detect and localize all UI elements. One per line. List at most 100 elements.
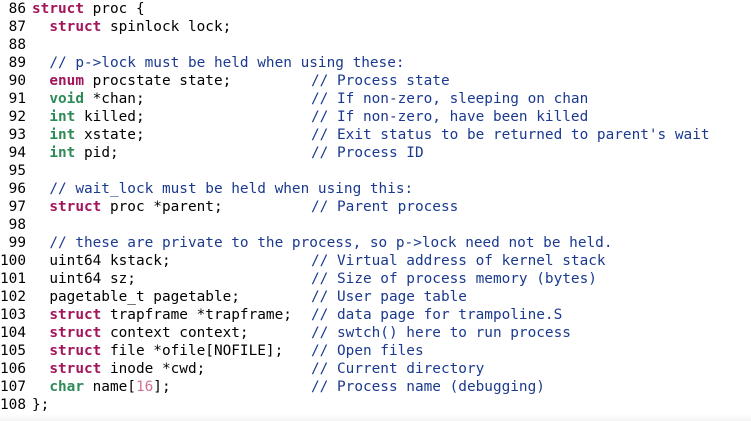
code-keyword: struct bbox=[49, 307, 102, 323]
code-text: uint64 sz; bbox=[32, 270, 136, 288]
code-comment: // Virtual address of kernel stack bbox=[311, 253, 606, 269]
line-number: 93 bbox=[8, 127, 26, 143]
code-keyword: char bbox=[49, 379, 84, 395]
code-line[interactable]: 105 struct file *ofile[NOFILE]; // Open f… bbox=[0, 342, 424, 360]
code-comment: // Open files bbox=[311, 343, 424, 359]
code-text: enum procstate state; bbox=[32, 72, 231, 90]
code-line[interactable]: 87 struct spinlock lock; bbox=[0, 18, 232, 36]
code-text: char name[16]; bbox=[32, 378, 171, 396]
code-token: uint64 kstack; bbox=[32, 253, 171, 269]
code-line[interactable]: 90 enum procstate state; // Process state bbox=[0, 72, 450, 90]
code-line[interactable]: 106 struct inode *cwd; // Current directo… bbox=[0, 360, 484, 378]
code-line[interactable]: 94 int pid; // Process ID bbox=[0, 144, 424, 162]
code-token: }; bbox=[32, 397, 50, 413]
code-token: name[ bbox=[83, 379, 136, 395]
code-text: struct inode *cwd; bbox=[32, 360, 205, 378]
line-number: 95 bbox=[8, 163, 26, 179]
code-token: ]; bbox=[153, 379, 171, 395]
line-number: 98 bbox=[8, 217, 26, 233]
code-token: xstate; bbox=[75, 127, 145, 143]
line-number: 89 bbox=[8, 55, 26, 71]
line-number: 100 bbox=[0, 253, 26, 269]
line-number: 107 bbox=[0, 379, 26, 395]
code-text: // wait_lock must be held when using thi… bbox=[32, 180, 413, 198]
code-comment: // data page for trampoline.S bbox=[311, 307, 563, 323]
code-line[interactable]: 88 bbox=[0, 36, 26, 54]
code-line[interactable]: 107 char name[16]; // Process name (debug… bbox=[0, 378, 545, 396]
code-token: pid; bbox=[75, 145, 119, 161]
code-line[interactable]: 102 pagetable_t pagetable; // User page t… bbox=[0, 288, 467, 306]
code-comment: // If non-zero, have been killed bbox=[311, 109, 589, 125]
code-keyword: int bbox=[49, 127, 76, 143]
line-number: 101 bbox=[0, 271, 26, 287]
code-comment: // p->lock must be held when using these… bbox=[49, 55, 405, 71]
code-token: file *ofile[NOFILE]; bbox=[101, 343, 284, 359]
editor-bottom-edge bbox=[0, 414, 751, 421]
code-text: int killed; bbox=[32, 108, 144, 126]
code-keyword: void bbox=[49, 91, 84, 107]
code-keyword: struct bbox=[49, 19, 102, 35]
line-number: 91 bbox=[8, 91, 26, 107]
code-line[interactable]: 108}; bbox=[0, 396, 49, 414]
code-line[interactable]: 99 // these are private to the process, … bbox=[0, 234, 613, 252]
line-number: 97 bbox=[8, 199, 26, 215]
code-line[interactable]: 93 int xstate; // Exit status to be retur… bbox=[0, 126, 710, 144]
line-number: 87 bbox=[8, 19, 26, 35]
code-comment: // swtch() here to run process bbox=[311, 325, 571, 341]
code-line[interactable]: 100 uint64 kstack; // Virtual address of … bbox=[0, 252, 606, 270]
code-editor[interactable]: 86 struct proc {87 struct spinlock lock; 8… bbox=[0, 0, 751, 421]
code-line[interactable]: 95 bbox=[0, 162, 26, 180]
code-line[interactable]: 92 int killed; // If non-zero, have been … bbox=[0, 108, 589, 126]
code-text: struct spinlock lock; bbox=[32, 18, 231, 36]
code-keyword: int bbox=[49, 109, 76, 125]
code-line[interactable]: 89 // p->lock must be held when using th… bbox=[0, 54, 405, 72]
code-keyword: int bbox=[49, 145, 76, 161]
code-comment: // If non-zero, sleeping on chan bbox=[311, 91, 589, 107]
code-comment: // these are private to the process, so … bbox=[49, 235, 613, 251]
code-keyword: enum bbox=[49, 73, 84, 89]
code-line[interactable]: 86 struct proc { bbox=[0, 0, 145, 18]
code-text: }; bbox=[32, 396, 49, 414]
code-token: proc { bbox=[83, 1, 145, 17]
code-line[interactable]: 96 // wait_lock must be held when using … bbox=[0, 180, 414, 198]
code-line[interactable]: 91 void *chan; // If non-zero, sleeping o… bbox=[0, 90, 589, 108]
code-line[interactable]: 104 struct context context; // swtch() he… bbox=[0, 324, 571, 342]
code-text: struct file *ofile[NOFILE]; bbox=[32, 342, 283, 360]
code-text: pagetable_t pagetable; bbox=[32, 288, 240, 306]
code-line[interactable]: 103 struct trapframe *trapframe; // data … bbox=[0, 306, 562, 324]
code-keyword: struct bbox=[49, 325, 102, 341]
code-keyword: struct bbox=[32, 1, 84, 17]
code-token: *chan; bbox=[83, 91, 145, 107]
line-number: 90 bbox=[8, 73, 26, 89]
code-text: int pid; bbox=[32, 144, 119, 162]
line-number: 106 bbox=[0, 361, 26, 377]
code-line[interactable]: 101 uint64 sz; // Size of process memory … bbox=[0, 270, 597, 288]
line-number: 103 bbox=[0, 307, 26, 323]
line-number: 104 bbox=[0, 325, 26, 341]
line-number: 108 bbox=[0, 397, 26, 413]
code-comment: // Process state bbox=[311, 73, 450, 89]
code-comment: // Current directory bbox=[311, 361, 485, 377]
line-number: 96 bbox=[8, 181, 26, 197]
line-number: 105 bbox=[0, 343, 26, 359]
code-token: procstate state; bbox=[83, 73, 232, 89]
code-line[interactable]: 97 struct proc *parent; // Parent process bbox=[0, 198, 459, 216]
code-token: proc *parent; bbox=[101, 199, 223, 215]
code-token: trapframe *trapframe; bbox=[101, 307, 292, 323]
code-keyword: struct bbox=[49, 199, 102, 215]
code-keyword: struct bbox=[49, 343, 102, 359]
code-keyword: struct bbox=[49, 361, 102, 377]
code-comment: // Process name (debugging) bbox=[311, 379, 545, 395]
code-line[interactable]: 98 bbox=[0, 216, 26, 234]
code-text: void *chan; bbox=[32, 90, 145, 108]
code-comment: // Parent process bbox=[311, 199, 459, 215]
